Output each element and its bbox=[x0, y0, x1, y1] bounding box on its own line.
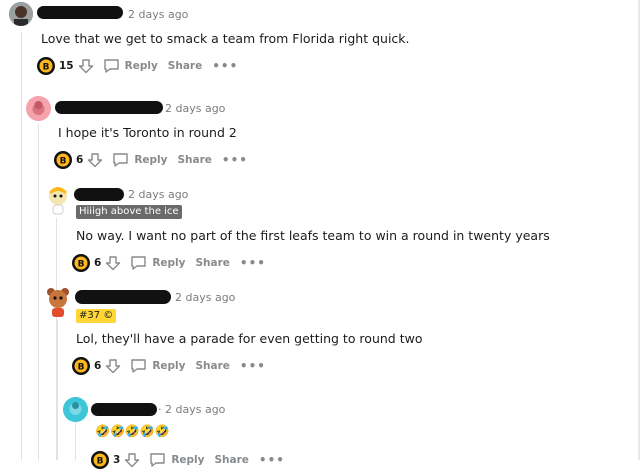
more-options-icon[interactable]: ••• bbox=[240, 257, 266, 269]
reply-icon bbox=[103, 59, 119, 73]
bruins-upvote-icon[interactable]: B bbox=[53, 150, 73, 170]
reply-button[interactable]: Reply bbox=[103, 58, 158, 74]
vote-count: 15 bbox=[59, 60, 74, 72]
reply-icon bbox=[150, 453, 166, 467]
downvote-arrow-icon[interactable] bbox=[104, 254, 122, 272]
share-button[interactable]: Share bbox=[168, 60, 202, 72]
avatar[interactable] bbox=[45, 286, 71, 318]
snoo-avatar-icon bbox=[63, 397, 88, 422]
snoo-avatar-icon bbox=[26, 96, 51, 121]
share-button[interactable]: Share bbox=[195, 360, 229, 372]
thread-line[interactable] bbox=[21, 32, 22, 460]
bruins-upvote-icon[interactable]: B bbox=[71, 356, 91, 376]
vote-count: 6 bbox=[94, 360, 102, 372]
reply-label: Reply bbox=[134, 154, 168, 166]
comment-body: I hope it's Toronto in round 2 bbox=[58, 125, 237, 140]
reply-button[interactable]: Reply bbox=[112, 152, 167, 168]
comment-timestamp: 2 days ago bbox=[128, 8, 189, 21]
comment-actions: B 6 Reply Share ••• bbox=[71, 355, 266, 377]
share-button[interactable]: Share bbox=[177, 154, 211, 166]
reply-label: Reply bbox=[152, 360, 186, 372]
username-redacted[interactable] bbox=[37, 6, 123, 19]
comment-actions: B 6 Reply Share ••• bbox=[53, 149, 248, 171]
share-button[interactable]: Share bbox=[195, 257, 229, 269]
svg-text:B: B bbox=[78, 363, 85, 373]
svg-text:B: B bbox=[97, 457, 104, 467]
svg-text:B: B bbox=[60, 157, 67, 167]
downvote-arrow-icon[interactable] bbox=[77, 57, 95, 75]
comment-body: 🤣🤣🤣🤣🤣 bbox=[95, 424, 170, 438]
downvote-arrow-icon[interactable] bbox=[86, 151, 104, 169]
avatar[interactable] bbox=[63, 397, 88, 422]
username-redacted[interactable] bbox=[91, 403, 157, 416]
thread-line[interactable] bbox=[38, 124, 39, 460]
avatar[interactable] bbox=[9, 2, 33, 26]
comment-actions: B 15 Reply Share ••• bbox=[36, 55, 238, 77]
more-options-icon[interactable]: ••• bbox=[222, 154, 248, 166]
bruins-upvote-icon[interactable]: B bbox=[71, 253, 91, 273]
username-redacted[interactable] bbox=[74, 188, 124, 201]
reply-label: Reply bbox=[124, 60, 158, 72]
avatar[interactable] bbox=[44, 184, 72, 216]
user-flair: Hiiigh above the ice bbox=[76, 205, 182, 219]
comment-timestamp: · 2 days ago bbox=[158, 403, 226, 416]
reply-label: Reply bbox=[152, 257, 186, 269]
username-redacted[interactable] bbox=[55, 101, 163, 114]
comment-timestamp: 2 days ago bbox=[165, 102, 226, 115]
comment-timestamp: 2 days ago bbox=[175, 291, 236, 304]
reply-icon bbox=[113, 153, 129, 167]
user-flair: #37 © bbox=[76, 309, 117, 323]
comment-body: Love that we get to smack a team from Fl… bbox=[41, 31, 410, 46]
vote-count: 3 bbox=[113, 454, 121, 466]
downvote-arrow-icon[interactable] bbox=[123, 451, 141, 469]
comment-body: No way. I want no part of the first leaf… bbox=[76, 228, 550, 243]
svg-text:B: B bbox=[78, 260, 85, 270]
more-options-icon[interactable]: ••• bbox=[212, 60, 238, 72]
bruins-upvote-icon[interactable]: B bbox=[36, 56, 56, 76]
svg-text:B: B bbox=[43, 63, 50, 73]
comment-actions: B 3 Reply Share ••• bbox=[90, 449, 285, 471]
username-redacted[interactable] bbox=[75, 290, 171, 304]
thread-line[interactable] bbox=[75, 420, 76, 460]
reply-icon bbox=[131, 359, 147, 373]
snoo-avatar-icon bbox=[49, 187, 67, 215]
downvote-arrow-icon[interactable] bbox=[104, 357, 122, 375]
snoo-avatar-icon bbox=[47, 288, 69, 317]
comment-body: Lol, they'll have a parade for even gett… bbox=[76, 331, 423, 346]
vote-count: 6 bbox=[94, 257, 102, 269]
more-options-icon[interactable]: ••• bbox=[240, 360, 266, 372]
reply-label: Reply bbox=[171, 454, 205, 466]
reply-button[interactable]: Reply bbox=[130, 358, 185, 374]
more-options-icon[interactable]: ••• bbox=[259, 454, 285, 466]
share-button[interactable]: Share bbox=[214, 454, 248, 466]
comment-timestamp: 2 days ago bbox=[128, 188, 189, 201]
thread-line[interactable] bbox=[57, 320, 58, 460]
reply-button[interactable]: Reply bbox=[149, 452, 204, 468]
avatar[interactable] bbox=[26, 96, 51, 121]
vote-count: 6 bbox=[76, 154, 84, 166]
avatar-photo bbox=[9, 2, 33, 26]
comment-actions: B 6 Reply Share ••• bbox=[71, 252, 266, 274]
reply-icon bbox=[131, 256, 147, 270]
bruins-upvote-icon[interactable]: B bbox=[90, 450, 110, 470]
reply-button[interactable]: Reply bbox=[130, 255, 185, 271]
